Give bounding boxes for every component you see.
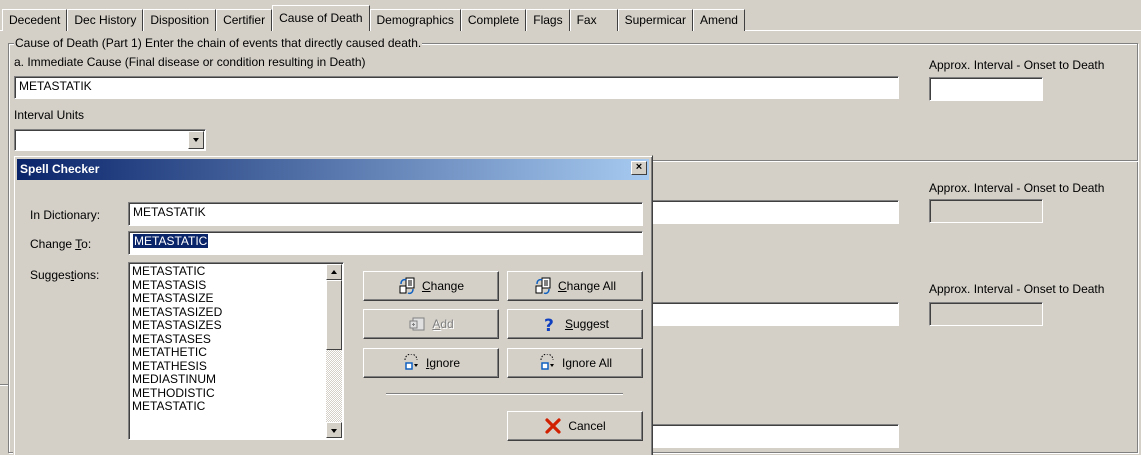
ignore-all-label: Ignore All xyxy=(561,356,613,370)
list-item[interactable]: METATHETIC xyxy=(129,346,343,360)
selected-change-text: METASTATIC xyxy=(133,234,209,248)
suggestions-label: Suggestions: xyxy=(30,268,100,282)
svg-text:?: ? xyxy=(544,316,554,333)
tab-supermicar[interactable]: Supermicar xyxy=(617,9,693,31)
change-to-label: Change To: xyxy=(30,237,92,251)
tab-complete[interactable]: Complete xyxy=(460,9,527,31)
cancel-label: Cancel xyxy=(568,419,606,433)
group-title: Cause of Death (Part 1) Enter the chain … xyxy=(14,36,423,50)
section-divider xyxy=(653,160,1138,162)
in-dictionary-field[interactable]: METASTATIK xyxy=(128,202,643,226)
list-item[interactable]: METASTATIC xyxy=(129,400,343,414)
tab-cause-of-death[interactable]: Cause of Death xyxy=(272,5,370,31)
close-icon: × xyxy=(635,161,643,173)
arrow-up-icon xyxy=(331,270,337,274)
tab-decedent[interactable]: Decedent xyxy=(2,9,68,31)
vertical-scrollbar[interactable] xyxy=(326,264,342,438)
ignore-all-icon xyxy=(538,353,556,372)
tab-disposition[interactable]: Disposition xyxy=(143,9,217,31)
dropdown-button[interactable] xyxy=(188,131,204,149)
interval-label-b: Approx. Interval - Onset to Death xyxy=(929,181,1105,195)
change-button[interactable]: Change xyxy=(363,271,499,301)
tab-fax[interactable]: Fax xyxy=(569,9,618,31)
tab-dec-history[interactable]: Dec History xyxy=(67,9,144,31)
list-item[interactable]: METHODISTIC xyxy=(129,386,343,401)
add-label: Add xyxy=(432,317,454,331)
cancel-x-icon xyxy=(544,417,562,435)
ignore-icon xyxy=(402,353,420,372)
interval-units-label: Interval Units xyxy=(14,108,85,122)
section-divider-left xyxy=(0,384,8,386)
add-icon xyxy=(408,315,426,333)
cancel-button[interactable]: Cancel xyxy=(507,411,643,441)
change-all-button[interactable]: Change All xyxy=(507,271,643,301)
list-item[interactable]: MEDIASTINUM xyxy=(129,373,343,387)
dialog-title: Spell Checker xyxy=(20,162,100,176)
change-all-icon xyxy=(534,277,552,295)
change-icon xyxy=(398,277,416,295)
list-item[interactable]: METASTASIZE xyxy=(129,292,343,306)
interval-input-c[interactable] xyxy=(929,302,1043,326)
tab-flags[interactable]: Flags xyxy=(526,9,570,31)
list-item[interactable]: METATHESIS xyxy=(129,359,343,374)
scroll-up-button[interactable] xyxy=(326,264,342,280)
ignore-all-button[interactable]: Ignore All xyxy=(507,348,643,378)
change-all-label: Change All xyxy=(557,279,617,293)
chevron-down-icon xyxy=(193,138,199,142)
change-label: Change xyxy=(421,279,465,293)
change-to-input[interactable]: METASTATIC xyxy=(128,231,643,255)
tab-demographics[interactable]: Demographics xyxy=(369,9,461,31)
interval-units-select[interactable] xyxy=(14,129,206,151)
scroll-thumb[interactable] xyxy=(326,280,342,350)
immediate-cause-input[interactable]: METASTATIK xyxy=(14,76,899,99)
list-item[interactable]: METASTASIS xyxy=(129,278,343,293)
list-item[interactable]: METASTASIZED xyxy=(129,305,343,320)
button-divider xyxy=(386,393,623,395)
tab-amend[interactable]: Amend xyxy=(692,9,745,31)
in-dictionary-label: In Dictionary: xyxy=(30,208,101,222)
question-mark-icon: ? xyxy=(541,315,559,336)
list-item[interactable]: METASTASES xyxy=(129,332,343,347)
close-button[interactable]: × xyxy=(631,161,647,175)
list-item[interactable]: METASTASIZES xyxy=(129,319,343,333)
ignore-label: Ignore xyxy=(425,356,461,370)
tab-certifier[interactable]: Certifier xyxy=(216,9,273,31)
interval-input-a[interactable] xyxy=(929,77,1043,101)
interval-label-a: Approx. Interval - Onset to Death xyxy=(929,58,1105,72)
list-item[interactable]: METASTATIC xyxy=(129,265,343,279)
spell-checker-dialog: Spell Checker × In Dictionary: METASTATI… xyxy=(13,155,653,455)
interval-label-c: Approx. Interval - Onset to Death xyxy=(929,282,1105,296)
interval-input-b[interactable] xyxy=(929,199,1043,223)
ignore-button[interactable]: Ignore xyxy=(363,348,499,378)
suggestions-list[interactable]: METASTATIC METASTASIS METASTASIZE METAST… xyxy=(128,262,344,440)
suggest-button[interactable]: ? Suggest xyxy=(507,309,643,339)
add-button[interactable]: Add xyxy=(363,309,499,339)
tab-strip: Decedent Dec History Disposition Certifi… xyxy=(2,5,745,31)
suggest-label: Suggest xyxy=(564,317,610,331)
dialog-titlebar: Spell Checker × xyxy=(17,159,649,180)
arrow-down-icon xyxy=(331,429,337,433)
scroll-down-button[interactable] xyxy=(326,422,342,438)
immediate-cause-label: a. Immediate Cause (Final disease or con… xyxy=(14,55,366,69)
suggestions-items: METASTATIC METASTASIS METASTASIZE METAST… xyxy=(129,263,343,414)
